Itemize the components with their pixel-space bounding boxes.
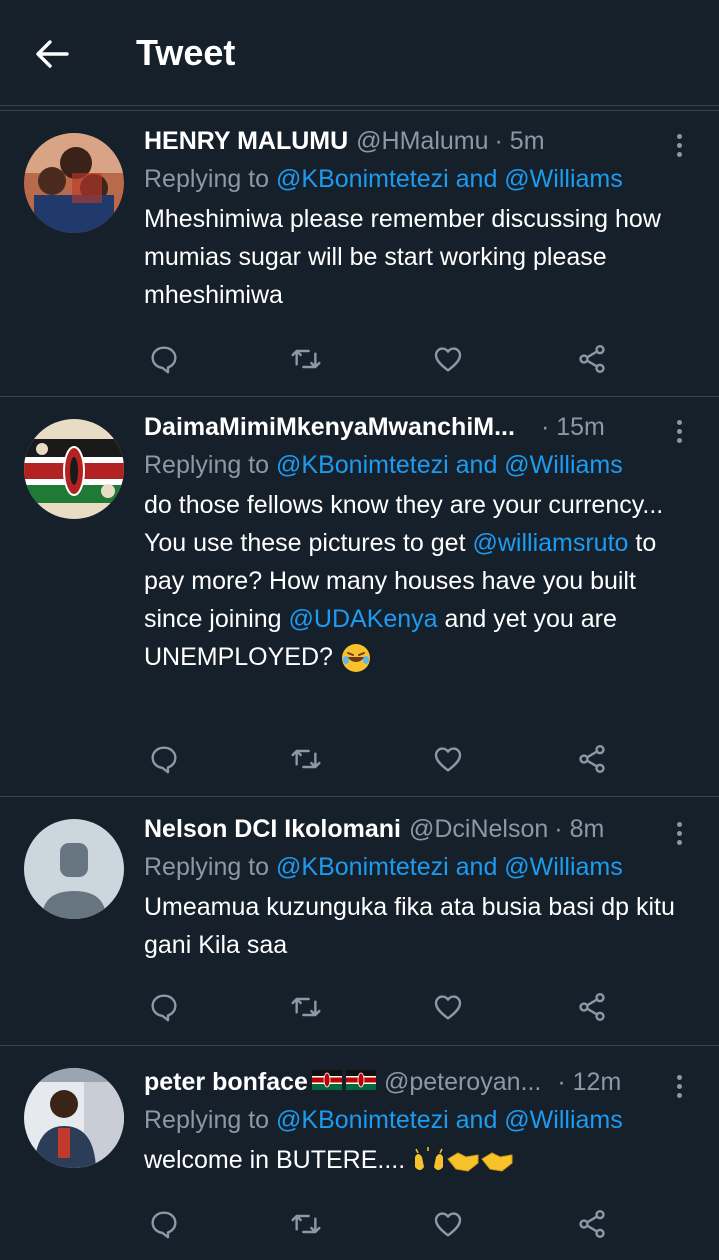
handshake-emoji-icon bbox=[447, 1152, 479, 1172]
tweet-content: peter bonface @peteroyan... · 12m Replyi… bbox=[144, 1068, 699, 1179]
like-button[interactable] bbox=[428, 1204, 468, 1244]
retweet-button[interactable] bbox=[286, 1204, 326, 1244]
tweet-time[interactable]: · 15m bbox=[541, 413, 605, 442]
author-handle[interactable]: @peteroyan... bbox=[384, 1068, 541, 1097]
reply-tweet[interactable]: peter bonface @peteroyan... · 12m Replyi… bbox=[0, 1046, 719, 1260]
tweet-header: peter bonface @peteroyan... · 12m bbox=[144, 1068, 699, 1102]
tweet-time[interactable]: · 5m bbox=[495, 127, 545, 156]
retweet-icon bbox=[291, 1214, 321, 1234]
tweet-text: Umeamua kuzunguka fika ata busia basi dp… bbox=[144, 893, 675, 959]
reply-tweet[interactable]: Nelson DCI Ikolomani @DciNelson · 8m Rep… bbox=[0, 797, 719, 1046]
tweet-header: DaimaMimiMkenyaMwanchiM... · 15m bbox=[144, 413, 699, 447]
share-button[interactable] bbox=[572, 339, 612, 379]
like-icon bbox=[434, 1212, 462, 1237]
replying-prefix: Replying to bbox=[144, 1106, 277, 1134]
action-bar bbox=[144, 1204, 624, 1244]
more-options-button[interactable] bbox=[667, 415, 691, 447]
like-button[interactable] bbox=[428, 987, 468, 1027]
page-title: Tweet bbox=[136, 32, 236, 73]
retweet-icon bbox=[291, 349, 321, 369]
more-options-button[interactable] bbox=[667, 129, 691, 161]
avatar[interactable] bbox=[24, 819, 124, 919]
retweet-button[interactable] bbox=[286, 739, 326, 779]
like-button[interactable] bbox=[428, 739, 468, 779]
author-handle[interactable]: @DciNelson bbox=[409, 815, 548, 844]
kenya-flag-icon bbox=[311, 1070, 342, 1090]
author-name[interactable]: DaimaMimiMkenyaMwanchiM... bbox=[144, 413, 515, 442]
replying-to-link[interactable]: @KBonimtetezi and @Williams bbox=[276, 853, 623, 881]
reply-icon bbox=[151, 994, 177, 1022]
author-name[interactable]: HENRY MALUMU bbox=[144, 127, 348, 156]
back-button[interactable] bbox=[30, 32, 74, 76]
share-icon bbox=[579, 993, 605, 1021]
replying-prefix: Replying to bbox=[144, 451, 277, 479]
mention-link[interactable]: @williamsruto bbox=[472, 529, 628, 557]
replying-to-link[interactable]: @KBonimtetezi and @Williams bbox=[276, 1106, 623, 1134]
like-button[interactable] bbox=[428, 339, 468, 379]
share-button[interactable] bbox=[572, 1204, 612, 1244]
retweet-icon bbox=[291, 749, 321, 769]
arrow-left-icon bbox=[36, 40, 69, 68]
tweet-header: Nelson DCI Ikolomani @DciNelson · 8m bbox=[144, 815, 699, 849]
like-icon bbox=[434, 747, 462, 772]
laughing-emoji-icon bbox=[341, 644, 370, 673]
retweet-icon bbox=[291, 997, 321, 1017]
author-name[interactable]: peter bonface bbox=[144, 1068, 308, 1097]
like-icon bbox=[434, 347, 462, 372]
tweet-header: HENRY MALUMU @HMalumu · 5m bbox=[144, 127, 699, 161]
handshake-emoji-icon bbox=[481, 1152, 513, 1172]
reply-button[interactable] bbox=[144, 739, 184, 779]
text-segment: welcome in BUTERE.... bbox=[144, 1146, 413, 1174]
reply-tweet[interactable]: DaimaMimiMkenyaMwanchiM... · 15m Replyin… bbox=[0, 397, 719, 797]
like-icon bbox=[434, 995, 462, 1020]
reply-button[interactable] bbox=[144, 339, 184, 379]
tweet-content: HENRY MALUMU @HMalumu · 5m Replying to @… bbox=[144, 127, 699, 314]
author-handle[interactable]: @HMalumu bbox=[356, 127, 488, 156]
replying-to: Replying to @KBonimtetezi and @Williams bbox=[144, 165, 699, 194]
mention-link[interactable]: @UDAKenya bbox=[289, 605, 438, 633]
reply-tweet[interactable]: HENRY MALUMU @HMalumu · 5m Replying to @… bbox=[0, 111, 719, 397]
retweet-button[interactable] bbox=[286, 987, 326, 1027]
reply-icon bbox=[151, 346, 177, 374]
kenya-flag-icon bbox=[345, 1070, 376, 1090]
tweet-content: Nelson DCI Ikolomani @DciNelson · 8m Rep… bbox=[144, 815, 699, 964]
avatar[interactable] bbox=[24, 1068, 124, 1168]
tweet-text: Mheshimiwa please remember discussing ho… bbox=[144, 205, 661, 309]
replying-to-link[interactable]: @KBonimtetezi and @Williams bbox=[276, 165, 623, 193]
tweet-time[interactable]: · 8m bbox=[554, 815, 604, 844]
share-icon bbox=[579, 345, 605, 373]
action-bar bbox=[144, 339, 624, 379]
share-icon bbox=[579, 1210, 605, 1238]
share-icon bbox=[579, 745, 605, 773]
action-bar bbox=[144, 739, 624, 779]
reply-icon bbox=[151, 746, 177, 774]
action-bar bbox=[144, 987, 624, 1027]
tweet-time[interactable]: · 12m bbox=[557, 1068, 621, 1097]
tweet-content: DaimaMimiMkenyaMwanchiM... · 15m Replyin… bbox=[144, 413, 699, 676]
replying-to-link[interactable]: @KBonimtetezi and @Williams bbox=[276, 451, 623, 479]
default-avatar-icon bbox=[24, 819, 124, 919]
replying-to: Replying to @KBonimtetezi and @Williams bbox=[144, 451, 699, 480]
avatar[interactable] bbox=[24, 133, 124, 233]
raising-hands-emoji-icon bbox=[415, 1147, 444, 1171]
reply-icon bbox=[151, 1211, 177, 1239]
share-button[interactable] bbox=[572, 987, 612, 1027]
reply-button[interactable] bbox=[144, 987, 184, 1027]
more-options-button[interactable] bbox=[667, 817, 691, 849]
more-options-button[interactable] bbox=[667, 1070, 691, 1102]
tweet-text: do those fellows know they are your curr… bbox=[144, 486, 699, 676]
replying-prefix: Replying to bbox=[144, 165, 277, 193]
reply-button[interactable] bbox=[144, 1204, 184, 1244]
tweet-text: welcome in BUTERE.... bbox=[144, 1141, 699, 1179]
share-button[interactable] bbox=[572, 739, 612, 779]
replying-to: Replying to @KBonimtetezi and @Williams bbox=[144, 853, 699, 882]
author-name[interactable]: Nelson DCI Ikolomani bbox=[144, 815, 401, 844]
avatar[interactable] bbox=[24, 419, 124, 519]
top-bar: Tweet bbox=[0, 0, 719, 106]
retweet-button[interactable] bbox=[286, 339, 326, 379]
replying-to: Replying to @KBonimtetezi and @Williams bbox=[144, 1106, 699, 1135]
replying-prefix: Replying to bbox=[144, 853, 277, 881]
